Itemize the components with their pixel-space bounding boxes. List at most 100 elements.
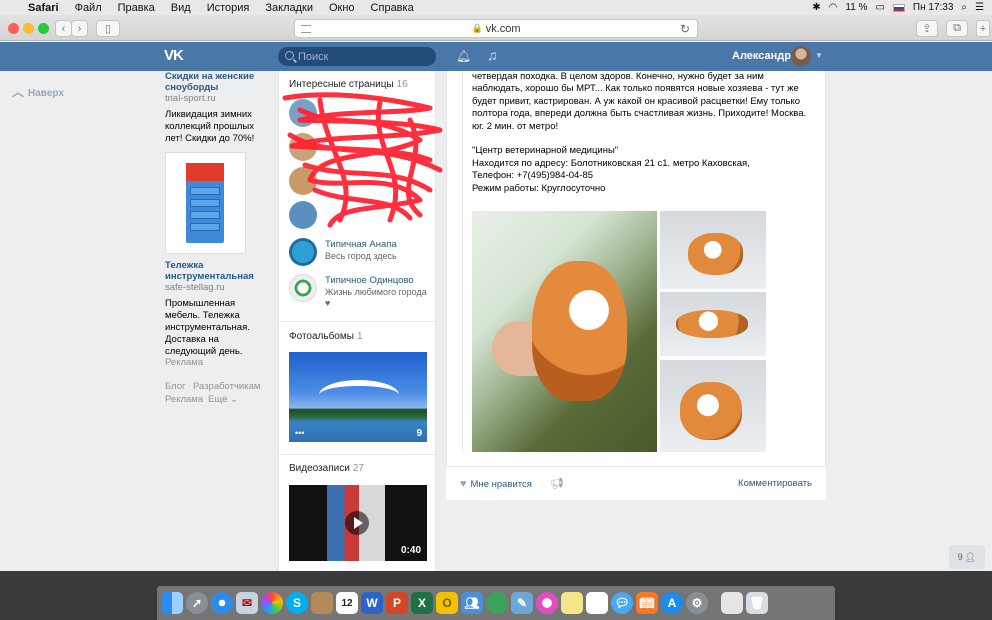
page-name[interactable]: Типичное Одинцово <box>325 275 414 286</box>
notes-icon[interactable] <box>561 592 583 614</box>
reload-icon[interactable]: ↻ <box>680 22 690 36</box>
page-item-obscured[interactable] <box>289 201 435 231</box>
page-item-anapa[interactable]: Типичная Анапа Весь город здесь <box>289 238 435 268</box>
reader-icon[interactable] <box>301 25 311 33</box>
comment-button[interactable]: Комментировать <box>738 478 812 489</box>
launchpad-icon[interactable]: ➚ <box>186 592 208 614</box>
settings-icon[interactable]: ⚙ <box>686 592 708 614</box>
search-input[interactable]: Поиск <box>278 47 436 66</box>
play-icon[interactable] <box>345 511 369 535</box>
ad-title[interactable]: Скидки на женские сноуборды <box>165 71 275 93</box>
online-friends-badge[interactable]: 9 👤︎ <box>949 545 985 569</box>
user-avatar[interactable] <box>791 46 811 66</box>
sidebar-button[interactable]: ▯ <box>96 20 120 37</box>
page-name[interactable]: Типичная Анапа <box>325 239 397 250</box>
page-item-obscured[interactable] <box>289 99 435 129</box>
chevron-down-icon[interactable]: ▼ <box>815 51 823 60</box>
page-item-obscured[interactable] <box>289 133 435 163</box>
vk-logo[interactable]: VK <box>164 47 188 67</box>
page-item-obscured[interactable] <box>289 167 435 197</box>
interesting-pages-header[interactable]: Интересные страницы 16 <box>289 79 408 90</box>
menu-help[interactable]: Справка <box>371 2 414 14</box>
plus-icon: + <box>979 22 987 35</box>
wall-post: четвердая походка. В целом здоров. Конеч… <box>446 71 826 499</box>
notification-center-icon[interactable]: ☰ <box>975 2 984 13</box>
share-megaphone-icon[interactable]: 📢︎ <box>550 477 564 490</box>
ads-label[interactable]: Реклама <box>165 357 203 368</box>
reminders-icon[interactable] <box>586 592 608 614</box>
videos-header[interactable]: Видеозаписи 27 <box>289 463 364 474</box>
skype-icon[interactable]: S <box>286 592 308 614</box>
wifi-icon[interactable]: ◠ <box>829 2 838 13</box>
back-button[interactable]: ‹ <box>55 20 72 37</box>
close-window-button[interactable] <box>8 23 19 34</box>
trash-icon[interactable]: 🗑︎ <box>746 592 768 614</box>
spotlight-icon[interactable]: ⌕ <box>961 2 967 13</box>
mail-icon[interactable]: ✉ <box>236 592 258 614</box>
photo-albums-header[interactable]: Фотоальбомы 1 <box>289 331 363 342</box>
cat-shape <box>688 233 743 275</box>
photos-icon[interactable] <box>261 592 283 614</box>
video-thumbnail[interactable]: 0:40 <box>289 485 427 561</box>
bluetooth-icon[interactable]: ✱ <box>812 2 820 13</box>
back-to-top-link[interactable]: ︿ Наверх <box>12 83 64 100</box>
forward-button[interactable]: › <box>71 20 88 37</box>
powerpoint-icon[interactable]: P <box>386 592 408 614</box>
page-item-odintsovo[interactable]: Типичное Одинцово Жизнь любимого города … <box>289 274 435 308</box>
music-note-icon[interactable]: ♫ <box>487 47 498 63</box>
photo-album-thumbnail[interactable]: ••• 9 <box>289 352 427 442</box>
new-tab-button[interactable]: + <box>976 20 990 37</box>
person-icon: 👤︎ <box>964 551 977 562</box>
messenger-icon[interactable]: 👥︎ <box>461 592 483 614</box>
share-button[interactable]: ⇪ <box>916 20 938 37</box>
notifications-bell-icon[interactable]: 🔔︎ <box>456 49 471 63</box>
calendar-icon[interactable]: 12 <box>336 592 358 614</box>
safari-icon[interactable] <box>211 592 233 614</box>
post-photo-cat-held[interactable] <box>472 211 657 452</box>
drawer <box>190 223 220 231</box>
books-icon[interactable]: 📖︎ <box>636 592 658 614</box>
menu-file[interactable]: Файл <box>75 2 102 14</box>
drawer <box>190 199 220 207</box>
footer-ads-link[interactable]: Реклама <box>165 394 203 405</box>
word-icon[interactable]: W <box>361 592 383 614</box>
like-button[interactable]: ♥ Мне нравится <box>460 478 532 490</box>
menu-window[interactable]: Окно <box>329 2 355 14</box>
user-name[interactable]: Александр <box>732 50 791 62</box>
outlook-icon[interactable]: O <box>436 592 458 614</box>
post-photo-cat-lying[interactable] <box>660 211 766 289</box>
appstore-icon[interactable]: A <box>661 592 683 614</box>
messages-icon[interactable]: 💬︎ <box>611 592 633 614</box>
footer-blog-link[interactable]: Блог <box>165 381 186 392</box>
menu-view[interactable]: Вид <box>171 2 191 14</box>
tabs-button[interactable]: ⧉ <box>946 20 968 37</box>
ad-image-tool-cart[interactable] <box>165 152 246 254</box>
menu-history[interactable]: История <box>207 2 250 14</box>
itunes-icon[interactable]: ♪ <box>536 592 558 614</box>
like-label: Мне нравится <box>470 478 532 490</box>
sidebar-icon: ▯ <box>104 23 112 35</box>
downloads-icon[interactable] <box>721 592 743 614</box>
chevron-right-icon: › <box>77 22 82 35</box>
post-photo-cat-sitting[interactable] <box>660 360 766 452</box>
ad-block-tool-cart[interactable]: Тележка инструментальная safe-stellag.ru… <box>165 260 275 358</box>
battery-icon[interactable]: ▭ <box>875 2 884 13</box>
zoom-window-button[interactable] <box>38 23 49 34</box>
address-bar[interactable]: 🔒 vk.com ↻ <box>294 19 698 38</box>
clock[interactable]: Пн 17:33 <box>913 2 954 13</box>
menu-safari[interactable]: Safari <box>28 2 59 14</box>
menu-edit[interactable]: Правка <box>118 2 155 14</box>
ad-title[interactable]: Тележка инструментальная <box>165 260 255 282</box>
footer-more-link[interactable]: Ещё ⌄ <box>208 394 238 405</box>
preview-icon[interactable]: ✎ <box>511 592 533 614</box>
minimize-window-button[interactable] <box>23 23 34 34</box>
finder-icon[interactable] <box>161 592 183 614</box>
excel-icon[interactable]: X <box>411 592 433 614</box>
app-icon[interactable] <box>486 592 508 614</box>
input-language-flag-icon[interactable] <box>892 3 905 12</box>
footer-developers-link[interactable]: Разработчикам <box>193 381 260 392</box>
contacts-icon[interactable] <box>311 592 333 614</box>
menu-bookmarks[interactable]: Закладки <box>265 2 313 14</box>
post-photo-cat-sleeping[interactable] <box>660 292 766 356</box>
ad-block-snowboards[interactable]: Скидки на женские сноуборды trial-sport.… <box>165 71 275 145</box>
